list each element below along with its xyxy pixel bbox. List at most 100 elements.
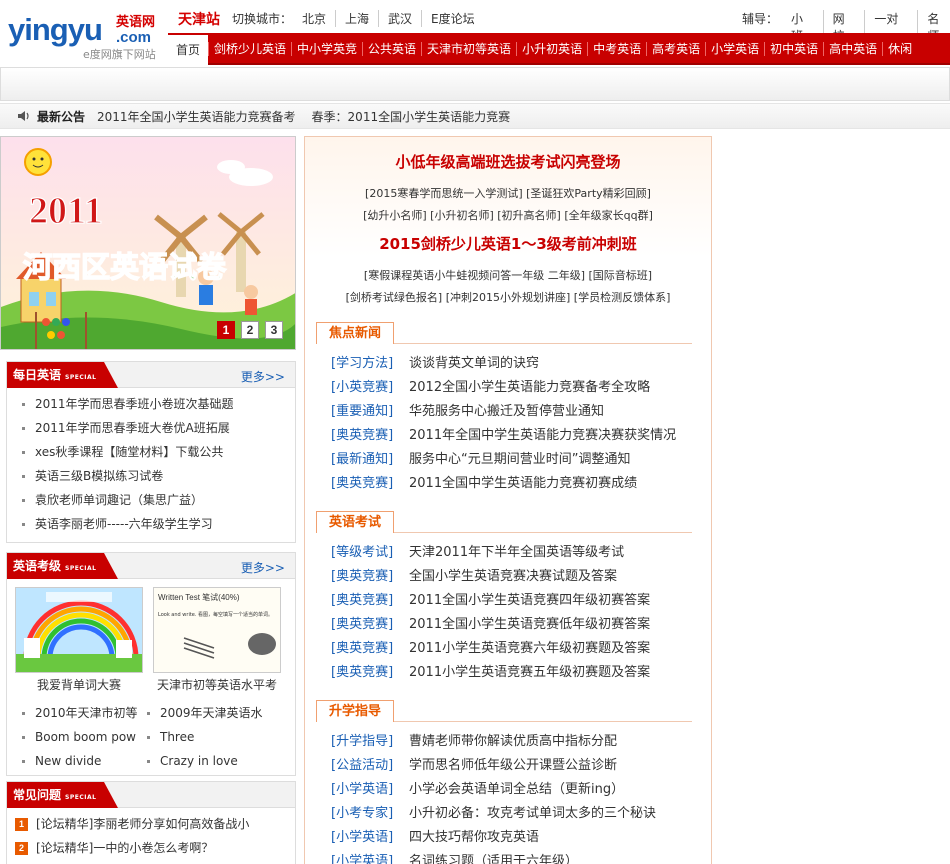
list-item[interactable]: 2 [论坛精华]一中的小卷怎么考啊？ [15, 836, 295, 860]
news-category[interactable]: [奥英竞赛] [331, 613, 409, 637]
city-link-wuhan[interactable]: 武汉 [379, 10, 423, 27]
city-link-beijing[interactable]: 北京 [300, 10, 337, 27]
banner-slideshow[interactable]: 2011 河西区英语试卷 1 2 3 [0, 136, 296, 350]
news-category[interactable]: [奥英竞赛] [331, 565, 409, 589]
banner-page-1[interactable]: 1 [217, 321, 235, 339]
news-title[interactable]: 小升初必备：攻克考试单词太多的三个秘诀 [409, 806, 656, 821]
thumb-card[interactable]: Written Test 笔试(40%) Look and write. 看图，… [153, 587, 281, 697]
news-category[interactable]: [奥英竞赛] [331, 589, 409, 613]
news-title[interactable]: 四大技巧帮你攻克英语 [409, 830, 539, 845]
news-title[interactable]: 2011小学生英语竞赛六年级初赛题及答案 [409, 641, 650, 656]
list-item[interactable]: 2009年天津英语水 [147, 701, 285, 725]
news-title[interactable]: 名词练习题（适用于六年级） [409, 854, 578, 864]
news-item[interactable]: [小学英语] 名词练习题（适用于六年级） [331, 850, 656, 864]
nav-item[interactable]: 高考英语 [646, 42, 705, 56]
list-item[interactable]: 英语李丽老师-----六年级学生学习 [22, 512, 295, 536]
news-category[interactable]: [公益活动] [331, 754, 409, 778]
news-item[interactable]: [学习方法] 谈谈背英文单词的诀窍 [331, 352, 676, 376]
news-item[interactable]: [奥英竞赛] 2011小学生英语竞赛六年级初赛题及答案 [331, 637, 650, 661]
news-title[interactable]: 2011全国小学生英语竞赛四年级初赛答案 [409, 593, 650, 608]
feature-links-1a[interactable]: [2015寒春学而思统一入学测试] [圣诞狂欢Party精彩回顾] [304, 185, 712, 201]
news-category[interactable]: [小英竞赛] [331, 376, 409, 400]
news-title[interactable]: 2011年全国中学生英语能力竞赛决赛获奖情况 [409, 428, 676, 443]
news-title[interactable]: 学而思名师低年级公开课暨公益诊断 [409, 758, 617, 773]
nav-item[interactable]: 初中英语 [764, 42, 823, 56]
news-item[interactable]: [重要通知] 华苑服务中心搬迁及暂停营业通知 [331, 400, 676, 424]
news-title[interactable]: 全国小学生英语竞赛决赛试题及答案 [409, 569, 617, 584]
city-link-shanghai[interactable]: 上海 [336, 10, 380, 27]
list-item[interactable]: Crazy in love [147, 749, 285, 773]
news-title[interactable]: 曹婧老师带你解读优质高中指标分配 [409, 734, 617, 749]
news-title[interactable]: 服务中心“元旦期间营业时间”调整通知 [409, 452, 630, 467]
news-category[interactable]: [最新通知] [331, 448, 409, 472]
news-title[interactable]: 2011全国中学生英语能力竞赛初赛成绩 [409, 476, 637, 491]
list-item[interactable]: 英语三级B模拟练习试卷 [22, 464, 295, 488]
news-item[interactable]: [最新通知] 服务中心“元旦期间营业时间”调整通知 [331, 448, 676, 472]
news-item[interactable]: [奥英竞赛] 2011全国小学生英语竞赛四年级初赛答案 [331, 589, 650, 613]
news-title[interactable]: 谈谈背英文单词的诀窍 [409, 356, 539, 371]
news-category[interactable]: [奥英竞赛] [331, 661, 409, 685]
nav-item[interactable]: 中考英语 [587, 42, 646, 56]
news-category[interactable]: [小考专家] [331, 802, 409, 826]
nav-home[interactable]: 首页 [168, 33, 208, 65]
site-logo[interactable]: yingyu 英语网 .com e度网旗下网站 [8, 8, 160, 62]
feature-links-2a[interactable]: [寒假课程英语小牛蛙视频问答一年级 二年级] [国际音标班] [304, 267, 712, 283]
news-category[interactable]: [奥英竞赛] [331, 637, 409, 661]
feature-headline-1[interactable]: 小低年级高端班选拔考试闪亮登场 [304, 151, 712, 172]
feature-headline-2[interactable]: 2015剑桥少儿英语1～3级考前冲刺班 [304, 233, 712, 254]
news-title[interactable]: 2011小学生英语竞赛五年级初赛题及答案 [409, 665, 650, 680]
news-item[interactable]: [小考专家] 小升初必备：攻克考试单词太多的三个秘诀 [331, 802, 656, 826]
news-item[interactable]: [奥英竞赛] 2011年全国中学生英语能力竞赛决赛获奖情况 [331, 424, 676, 448]
news-category[interactable]: [升学指导] [331, 730, 409, 754]
news-title[interactable]: 小学必会英语单词全总结（更新ing） [409, 782, 624, 797]
english-exam-more-link[interactable]: 更多>> [241, 559, 285, 576]
list-item[interactable]: Three [147, 725, 285, 749]
list-item[interactable]: 2011年学而思春季班大卷优A班拓展 [22, 416, 295, 440]
news-item[interactable]: [小英竞赛] 2012全国小学生英语能力竞赛备考全攻略 [331, 376, 676, 400]
nav-item[interactable]: 小学英语 [705, 42, 764, 56]
nav-item[interactable]: 高中英语 [823, 42, 882, 56]
feature-links-2b[interactable]: [剑桥考试绿色报名] [冲刺2015小外规划讲座] [学员检测反馈体系] [304, 289, 712, 305]
nav-item[interactable]: 剑桥少儿英语 [208, 42, 291, 56]
news-category[interactable]: [等级考试] [331, 541, 409, 565]
news-category[interactable]: [奥英竞赛] [331, 424, 409, 448]
list-item[interactable]: 袁欣老师单词趣记（集思广益） [22, 488, 295, 512]
news-item[interactable]: [公益活动] 学而思名师低年级公开课暨公益诊断 [331, 754, 656, 778]
nav-item[interactable]: 休闲 [882, 42, 917, 56]
list-item[interactable]: 1 [论坛精华]李丽老师分享如何高效备战小 [15, 812, 295, 836]
news-category[interactable]: [学习方法] [331, 352, 409, 376]
banner-page-3[interactable]: 3 [265, 321, 283, 339]
feature-links-1b[interactable]: [幼升小名师] [小升初名师] [初升高名师] [全年级家长qq群] [304, 207, 712, 223]
news-title[interactable]: 2011全国小学生英语竞赛低年级初赛答案 [409, 617, 650, 632]
announcement-item[interactable]: 2011年全国小学生英语能力竞赛备考 [97, 108, 296, 125]
news-item[interactable]: [升学指导] 曹婧老师带你解读优质高中指标分配 [331, 730, 656, 754]
news-item[interactable]: [等级考试] 天津2011年下半年全国英语等级考试 [331, 541, 650, 565]
news-title[interactable]: 2012全国小学生英语能力竞赛备考全攻略 [409, 380, 650, 395]
list-item[interactable]: 2011年学而思春季班小卷班次基础题 [22, 392, 295, 416]
news-category[interactable]: [小学英语] [331, 850, 409, 864]
daily-english-more-link[interactable]: 更多>> [241, 368, 285, 385]
news-category[interactable]: [小学英语] [331, 778, 409, 802]
list-item[interactable]: New divide [22, 749, 160, 773]
news-category[interactable]: [奥英竞赛] [331, 472, 409, 496]
news-item[interactable]: [奥英竞赛] 2011全国小学生英语竞赛低年级初赛答案 [331, 613, 650, 637]
list-item[interactable]: 2010年天津市初等 [22, 701, 160, 725]
news-item[interactable]: [奥英竞赛] 全国小学生英语竞赛决赛试题及答案 [331, 565, 650, 589]
news-item[interactable]: [奥英竞赛] 2011小学生英语竞赛五年级初赛题及答案 [331, 661, 650, 685]
news-item[interactable]: [小学英语] 四大技巧帮你攻克英语 [331, 826, 656, 850]
list-item[interactable]: Boom boom pow [22, 725, 160, 749]
nav-item[interactable]: 天津市初等英语 [421, 42, 516, 56]
banner-page-2[interactable]: 2 [241, 321, 259, 339]
nav-item[interactable]: 公共英语 [362, 42, 421, 56]
news-title[interactable]: 天津2011年下半年全国英语等级考试 [409, 545, 624, 560]
news-item[interactable]: [小学英语] 小学必会英语单词全总结（更新ing） [331, 778, 656, 802]
list-item[interactable]: xes秋季课程【随堂材料】下载公共 [22, 440, 295, 464]
news-item[interactable]: [奥英竞赛] 2011全国中学生英语能力竞赛初赛成绩 [331, 472, 676, 496]
forum-link[interactable]: E度论坛 [422, 10, 484, 27]
thumb-card[interactable]: 我爱背单词大赛 [15, 587, 143, 697]
news-category[interactable]: [重要通知] [331, 400, 409, 424]
news-title[interactable]: 华苑服务中心搬迁及暂停营业通知 [409, 404, 604, 419]
nav-item[interactable]: 小升初英语 [516, 42, 587, 56]
announcement-item[interactable]: 春季：2011全国小学生英语能力竞赛 [312, 108, 511, 125]
news-category[interactable]: [小学英语] [331, 826, 409, 850]
